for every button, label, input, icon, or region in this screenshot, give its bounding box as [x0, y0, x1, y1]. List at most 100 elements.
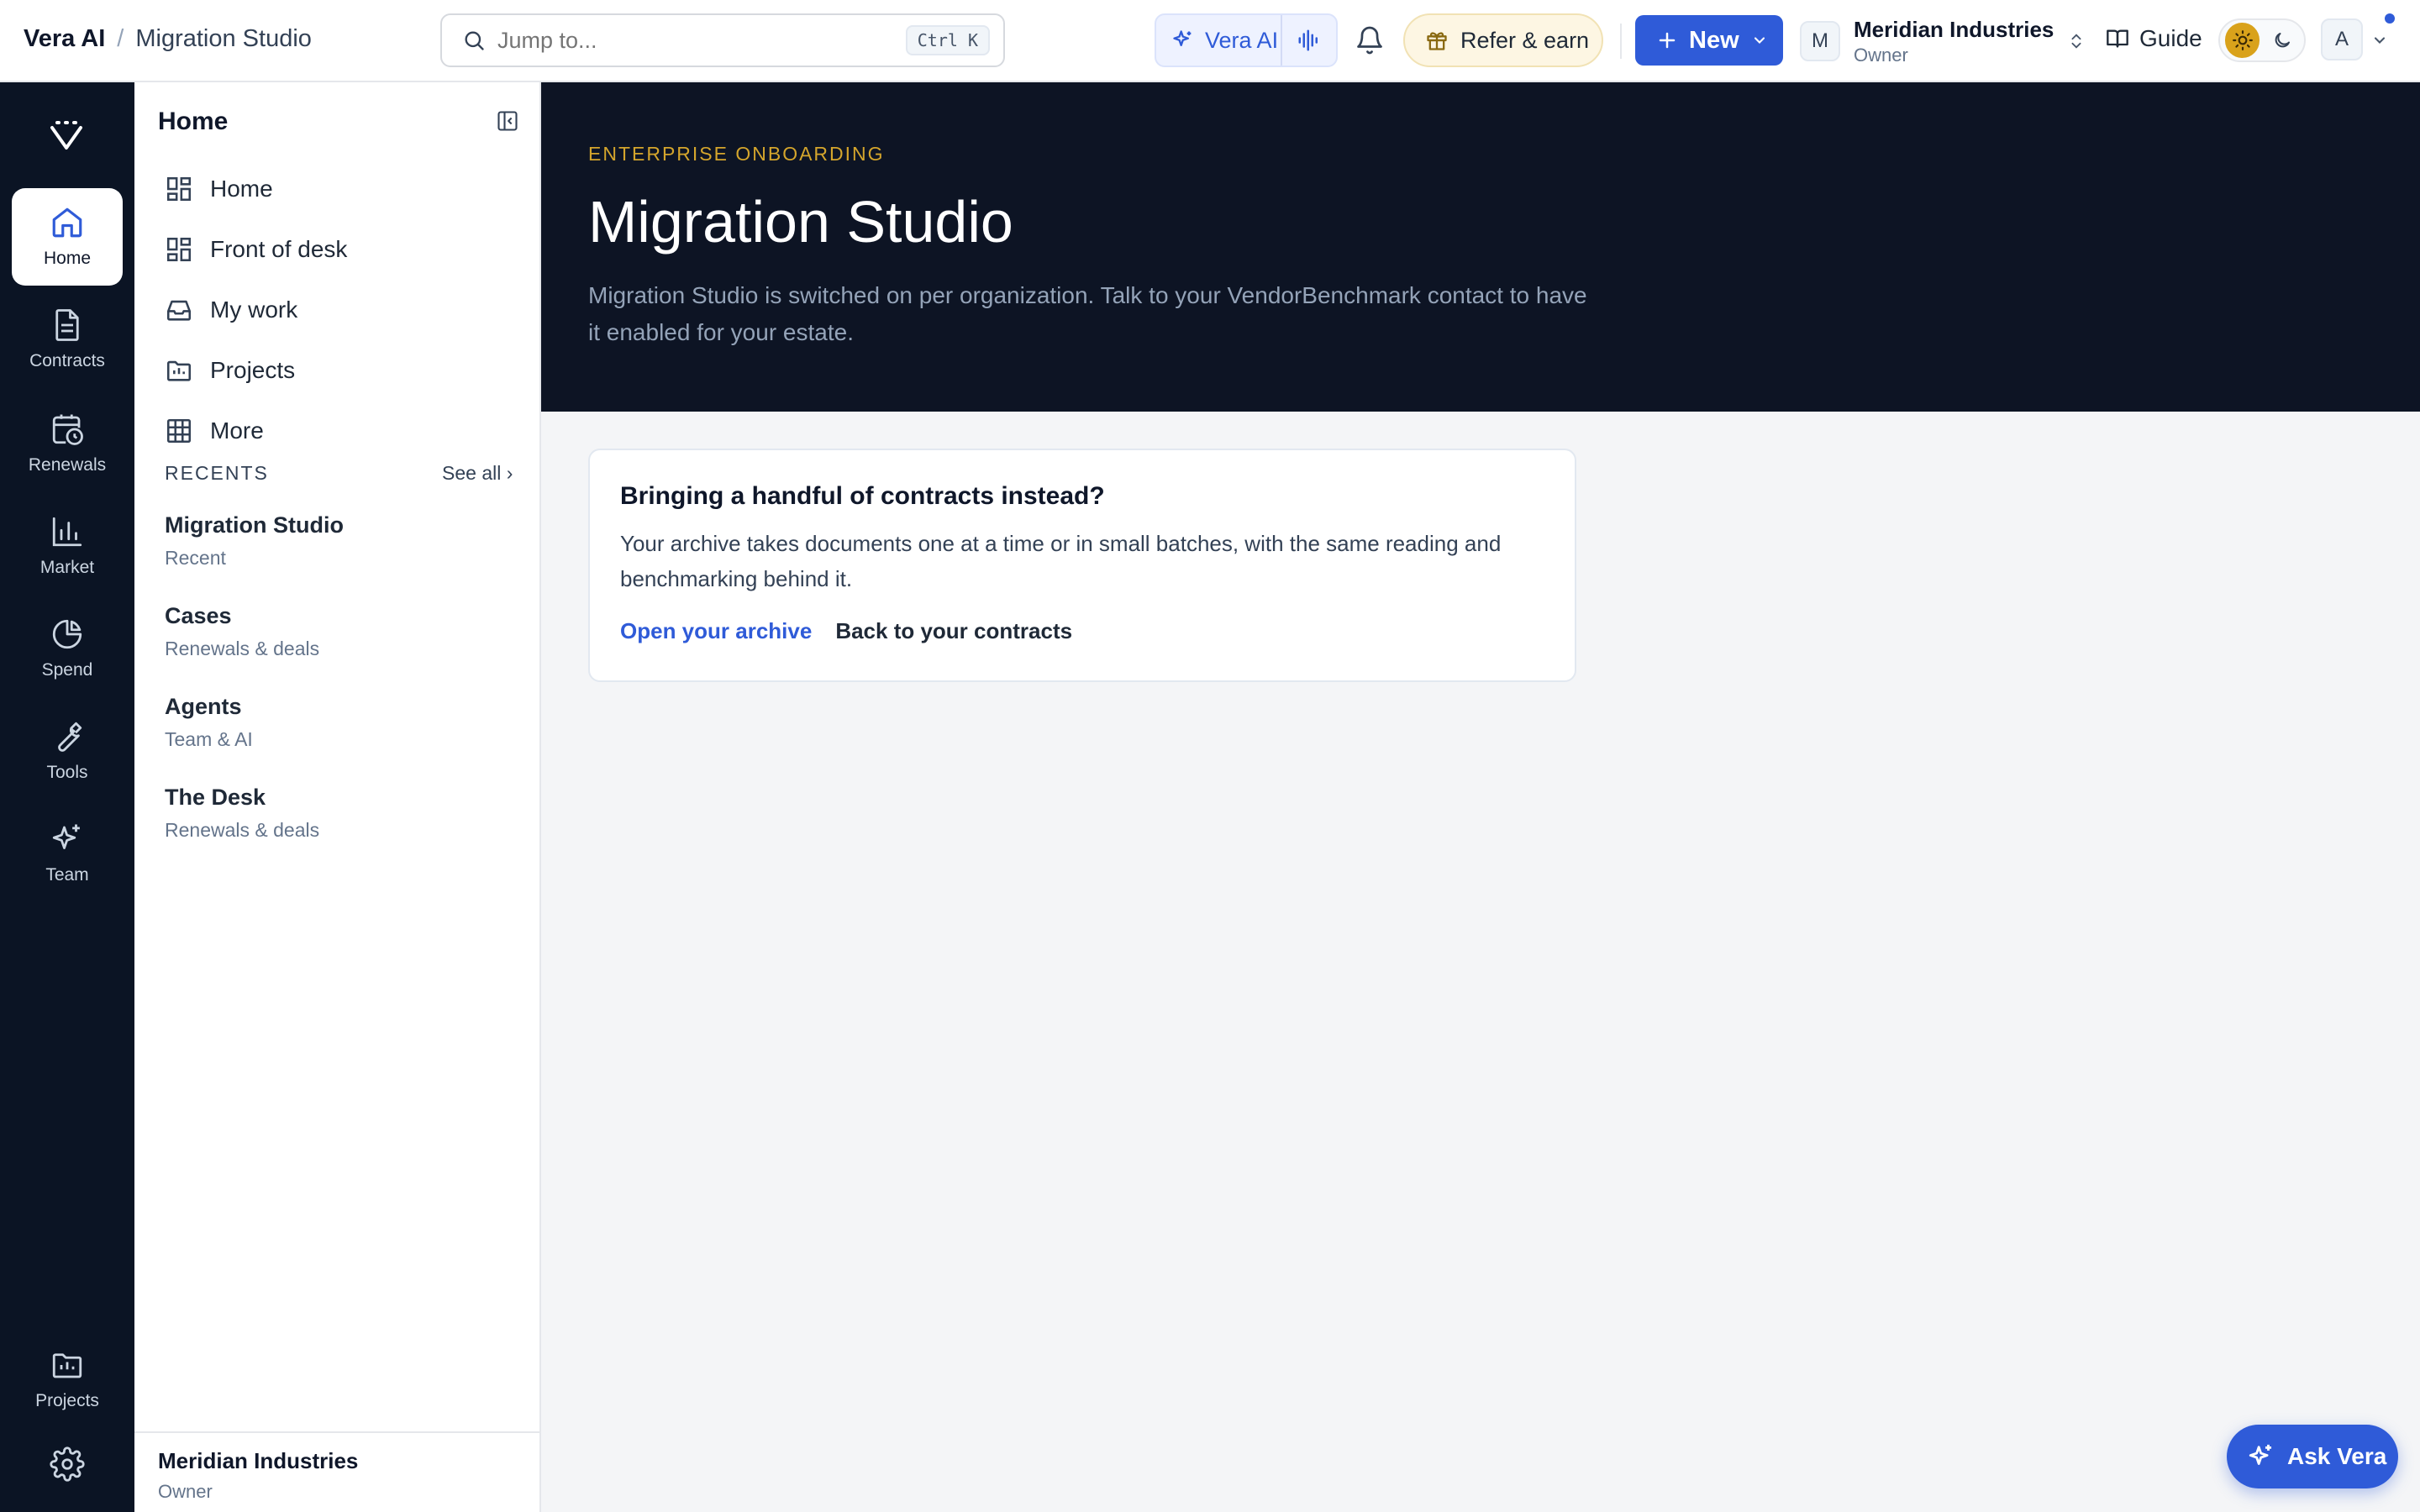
- rail-item-renewals[interactable]: Renewals: [12, 395, 123, 492]
- breadcrumb-separator: /: [117, 25, 124, 52]
- gear-icon[interactable]: [50, 1446, 85, 1482]
- card-body: Your archive takes documents one at a ti…: [620, 531, 1502, 591]
- search-icon: [465, 31, 484, 50]
- rail-item-label: Market: [39, 558, 95, 577]
- notification-dot: [2385, 13, 2395, 24]
- refer-earn-label: Refer & earn: [1460, 27, 1590, 53]
- rail-item-label: Home: [43, 249, 92, 268]
- rail-item-label: Renewals: [28, 455, 107, 475]
- sidebar-item-label: Projects: [210, 357, 296, 383]
- recent-item-subtitle: Team & AI: [165, 728, 253, 750]
- inbox-icon: [166, 300, 192, 321]
- pie-chart-icon: [52, 619, 82, 649]
- sparkles-icon: [1173, 30, 1192, 46]
- chevron-down-icon: [1754, 37, 1765, 44]
- rail-item-label: Tools: [46, 763, 88, 782]
- org-role: Owner: [1854, 44, 1908, 66]
- folder-chart-icon: [166, 360, 192, 381]
- light-mode-button[interactable]: [2225, 23, 2260, 58]
- back-to-contracts-link[interactable]: Back to your contracts: [835, 618, 1072, 644]
- archive-card: Bringing a handful of contracts instead?…: [588, 449, 1576, 682]
- card-title: Bringing a handful of contracts instead?: [620, 482, 1105, 510]
- recent-item-title: Migration Studio: [165, 512, 344, 538]
- org-name: Meridian Industries: [1854, 16, 2054, 42]
- rail-item-tools[interactable]: Tools: [12, 702, 123, 800]
- sidebar-org-footer[interactable]: Meridian Industries Owner: [134, 1431, 541, 1512]
- rail-item-spend[interactable]: Spend: [12, 600, 123, 697]
- user-avatar[interactable]: A: [2321, 18, 2363, 60]
- table-icon: [166, 418, 192, 444]
- dark-mode-button[interactable]: [2265, 23, 2299, 58]
- rail-item-market[interactable]: Market: [12, 497, 123, 595]
- breadcrumb-current-page: Migration Studio: [135, 25, 312, 52]
- sparkles-icon: [2249, 1444, 2272, 1465]
- ask-vera-button[interactable]: Ask Vera: [2227, 1425, 2398, 1488]
- voice-button[interactable]: [1282, 15, 1336, 66]
- theme-toggle[interactable]: [2218, 18, 2306, 62]
- recent-item[interactable]: Cases Renewals & deals: [165, 603, 319, 660]
- new-button[interactable]: New: [1635, 15, 1783, 66]
- search-box[interactable]: Ctrl K: [440, 13, 1005, 67]
- folder-chart-icon: [52, 1353, 82, 1378]
- hero-eyebrow: ENTERPRISE ONBOARDING: [588, 143, 885, 165]
- recent-item-title: Agents: [165, 694, 242, 719]
- recent-item[interactable]: Migration Studio Recent: [165, 512, 344, 570]
- vera-ai-pill: Vera AI: [1155, 13, 1338, 67]
- sidebar-item-projects[interactable]: Projects: [165, 356, 295, 385]
- vera-ai-label: Vera AI: [1205, 27, 1279, 53]
- org-switcher[interactable]: M Meridian Industries Owner: [1800, 12, 2086, 71]
- gift-icon: [1427, 32, 1447, 50]
- guide-button[interactable]: Guide: [2106, 25, 2202, 52]
- collapse-sidebar-icon[interactable]: [496, 109, 519, 133]
- hero-description: Migration Studio is switched on per orga…: [588, 282, 1587, 345]
- refer-earn-button[interactable]: Refer & earn: [1403, 13, 1603, 67]
- rail-item-team[interactable]: Team: [12, 805, 123, 902]
- grid-icon: [166, 237, 192, 262]
- sidebar-item-front-of-desk[interactable]: Front of desk: [165, 235, 347, 264]
- rail-item-projects[interactable]: Projects: [12, 1331, 123, 1428]
- vera-ai-button[interactable]: Vera AI: [1156, 15, 1282, 66]
- rail-item-label: Contracts: [29, 351, 105, 370]
- header-divider: [1620, 24, 1622, 59]
- new-label: New: [1689, 26, 1739, 54]
- card-links: Open your archive Back to your contracts: [620, 618, 1544, 644]
- sidebar-item-home[interactable]: Home: [165, 175, 273, 203]
- home-icon: [52, 207, 82, 238]
- recent-item[interactable]: Agents Team & AI: [165, 694, 253, 751]
- sidebar-item-label: Home: [210, 176, 273, 202]
- recent-item-subtitle: Renewals & deals: [165, 638, 320, 659]
- bar-chart-icon: [52, 517, 82, 547]
- org-badge: M: [1800, 21, 1840, 61]
- rail-item-home[interactable]: Home: [12, 188, 123, 286]
- audio-waveform-icon: [1298, 29, 1318, 51]
- recent-item-title: Cases: [165, 603, 232, 628]
- rail-item-label: Spend: [41, 660, 93, 680]
- wrench-icon: [58, 722, 82, 752]
- rail-item-label: Projects: [35, 1391, 99, 1410]
- moon-icon: [2275, 33, 2290, 48]
- sparkles-icon: [52, 824, 80, 849]
- bell-icon[interactable]: [1355, 25, 1385, 55]
- see-all-link[interactable]: See all ›: [442, 462, 513, 485]
- sun-icon: [2232, 30, 2253, 50]
- rail-item-contracts[interactable]: Contracts: [12, 291, 123, 388]
- breadcrumb-app[interactable]: Vera AI: [24, 25, 105, 53]
- recent-item-subtitle: Renewals & deals: [165, 819, 320, 841]
- grid-icon: [166, 176, 192, 202]
- sidebar-item-my-work[interactable]: My work: [165, 296, 297, 324]
- recent-item[interactable]: The Desk Renewals & deals: [165, 785, 319, 842]
- page-title: Migration Studio: [588, 189, 1013, 255]
- breadcrumb: Vera AI / Migration Studio: [24, 25, 312, 53]
- search-input[interactable]: [497, 27, 906, 54]
- top-bar: Vera AI / Migration Studio Ctrl K Vera A…: [0, 0, 2420, 82]
- footer-org-role: Owner: [158, 1481, 213, 1502]
- calendar-clock-icon: [52, 414, 83, 445]
- secondary-sidebar: Home Home Front of desk My work Projects…: [134, 82, 541, 1512]
- app-logo-icon[interactable]: [49, 119, 84, 153]
- sidebar-title: Home: [158, 108, 229, 135]
- chevron-down-icon[interactable]: [2371, 32, 2388, 49]
- recent-item-subtitle: Recent: [165, 547, 226, 569]
- open-archive-link[interactable]: Open your archive: [620, 618, 812, 644]
- sidebar-item-more[interactable]: More: [165, 417, 264, 445]
- rail-item-label: Team: [45, 865, 89, 885]
